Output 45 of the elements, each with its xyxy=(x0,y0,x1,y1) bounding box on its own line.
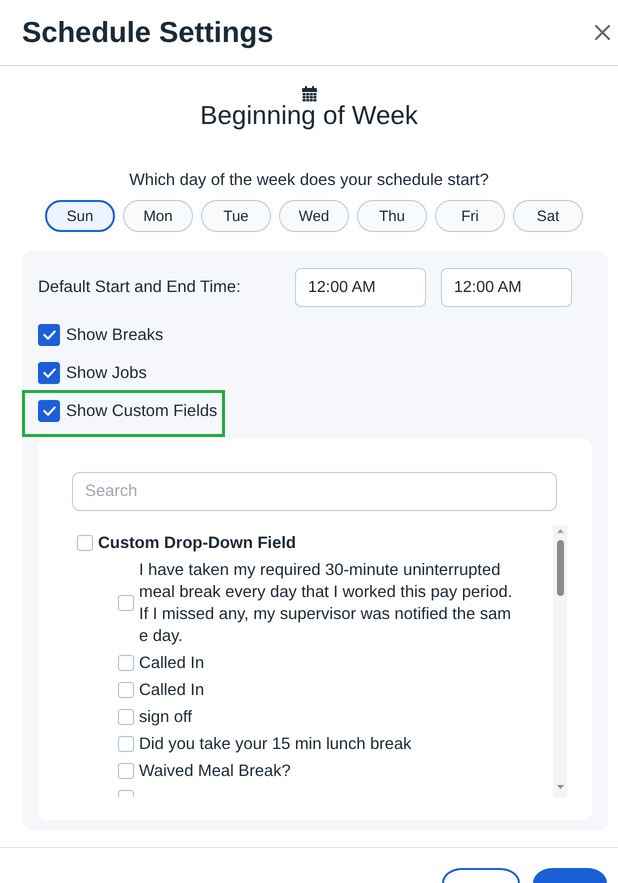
section-title: Beginning of Week xyxy=(200,102,418,128)
custom-field-label: Did you take your 15 min lunch break xyxy=(139,734,412,755)
day-button[interactable]: Fri xyxy=(435,200,505,232)
checkbox[interactable] xyxy=(118,763,134,779)
checkbox[interactable] xyxy=(77,535,93,551)
secondary-button[interactable] xyxy=(442,868,520,883)
scroll-up-icon xyxy=(556,529,564,533)
scroll-down-icon xyxy=(556,785,564,789)
checkbox-label: Show Jobs xyxy=(66,363,147,384)
day-button[interactable]: Thu xyxy=(357,200,427,232)
day-button[interactable]: Tue xyxy=(201,200,271,232)
day-button[interactable]: Sun xyxy=(45,200,115,232)
field-group-label: Custom Drop-Down Field xyxy=(98,533,296,554)
time-field[interactable]: 12:00 AM xyxy=(295,268,426,307)
checkbox[interactable] xyxy=(118,595,134,611)
checkmark-icon xyxy=(42,406,56,416)
scrollbar-track[interactable] xyxy=(553,525,567,797)
custom-field-label: Waived Meal Break? xyxy=(139,761,291,782)
checkbox-label: Show Custom Fields xyxy=(66,401,218,422)
search-field[interactable]: Search xyxy=(72,472,557,511)
custom-field-label: Called In xyxy=(139,680,204,701)
checkbox[interactable] xyxy=(38,400,60,422)
day-button[interactable]: Wed xyxy=(279,200,349,232)
checkbox[interactable] xyxy=(38,362,60,384)
checkbox[interactable] xyxy=(118,655,134,671)
calendar-icon xyxy=(302,86,316,102)
primary-button[interactable] xyxy=(533,868,607,883)
day-button[interactable]: Sat xyxy=(513,200,583,232)
checkmark-icon xyxy=(42,330,56,340)
checkbox-label: Show Breaks xyxy=(66,325,164,346)
custom-field-label: I have taken my required 30-minute uninterrupted meal break every day that I worked this pay period. If I missed any, my supervisor was notified the same day. xyxy=(139,560,513,647)
custom-field-label: sign off xyxy=(139,707,192,728)
checkbox[interactable] xyxy=(118,709,134,725)
checkbox[interactable] xyxy=(118,682,134,698)
question-text: Which day of the week does your schedule start? xyxy=(129,170,489,190)
checkmark-icon xyxy=(42,368,56,378)
day-button[interactable]: Mon xyxy=(123,200,193,232)
time-label: Default Start and End Time: xyxy=(38,278,242,297)
custom-field-label: Called In xyxy=(139,653,204,674)
dialog-title: Schedule Settings xyxy=(22,16,274,50)
scrollbar-thumb[interactable] xyxy=(556,540,564,596)
checkbox[interactable] xyxy=(38,324,60,346)
checkbox[interactable] xyxy=(118,736,134,752)
close-icon xyxy=(595,25,610,40)
time-field[interactable]: 12:00 AM xyxy=(441,268,572,307)
